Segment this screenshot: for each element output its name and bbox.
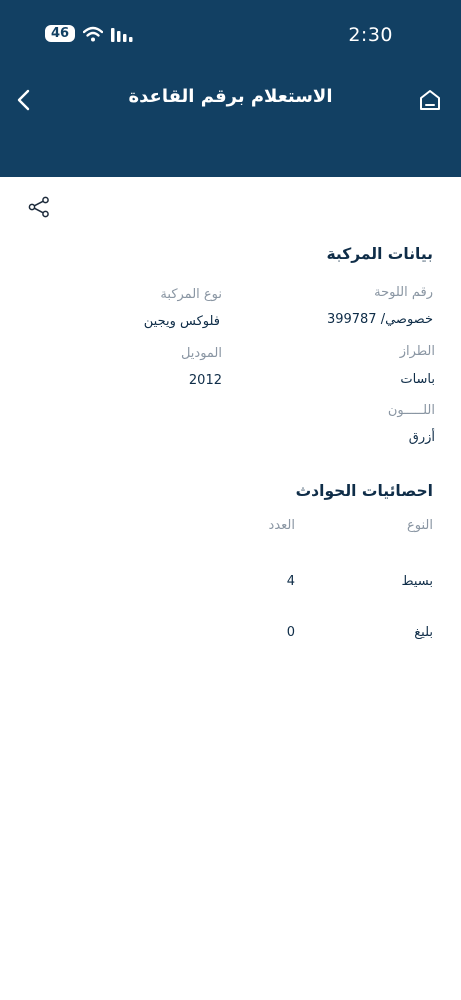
vehicle-type-value: فلوكس ويجين bbox=[143, 314, 220, 329]
accident-row-2-type: بليغ bbox=[414, 625, 433, 640]
color-value: أزرق bbox=[408, 430, 435, 445]
year-label: الموديل bbox=[180, 346, 222, 361]
accident-count-header: العدد bbox=[268, 518, 295, 533]
page-title: الاستعلام برقم القاعدة bbox=[128, 86, 333, 107]
vehicle-type-label: نوع المركبة bbox=[160, 287, 222, 302]
plate-label: رقم اللوحة bbox=[374, 285, 433, 300]
color-label: اللـــــون bbox=[387, 403, 435, 418]
accident-row-1-count: 4 bbox=[286, 574, 295, 589]
vehicle-section-title: بيانات المركبة bbox=[326, 245, 434, 263]
app-header: 46 2:30 الاستعلام برقم القاعدة bbox=[0, 0, 461, 177]
share-icon[interactable] bbox=[28, 196, 50, 218]
wifi-icon bbox=[83, 26, 104, 41]
model-value: باسات bbox=[400, 372, 435, 387]
home-icon[interactable] bbox=[418, 88, 442, 112]
status-icons: 46 bbox=[45, 25, 137, 42]
status-time: 2:30 bbox=[348, 24, 393, 46]
year-value: 2012 bbox=[188, 373, 222, 388]
plate-value: خصوصي/ 399787 bbox=[326, 312, 433, 327]
accident-row-1-type: بسيط bbox=[401, 574, 433, 589]
accidents-section-title: احصائيات الحوادث bbox=[295, 482, 433, 500]
accident-type-header: النوع bbox=[407, 518, 433, 533]
accident-row-2-count: 0 bbox=[286, 625, 295, 640]
signal-icon bbox=[111, 27, 133, 42]
model-label: الطراز bbox=[399, 344, 435, 359]
battery-indicator: 46 bbox=[45, 25, 76, 42]
